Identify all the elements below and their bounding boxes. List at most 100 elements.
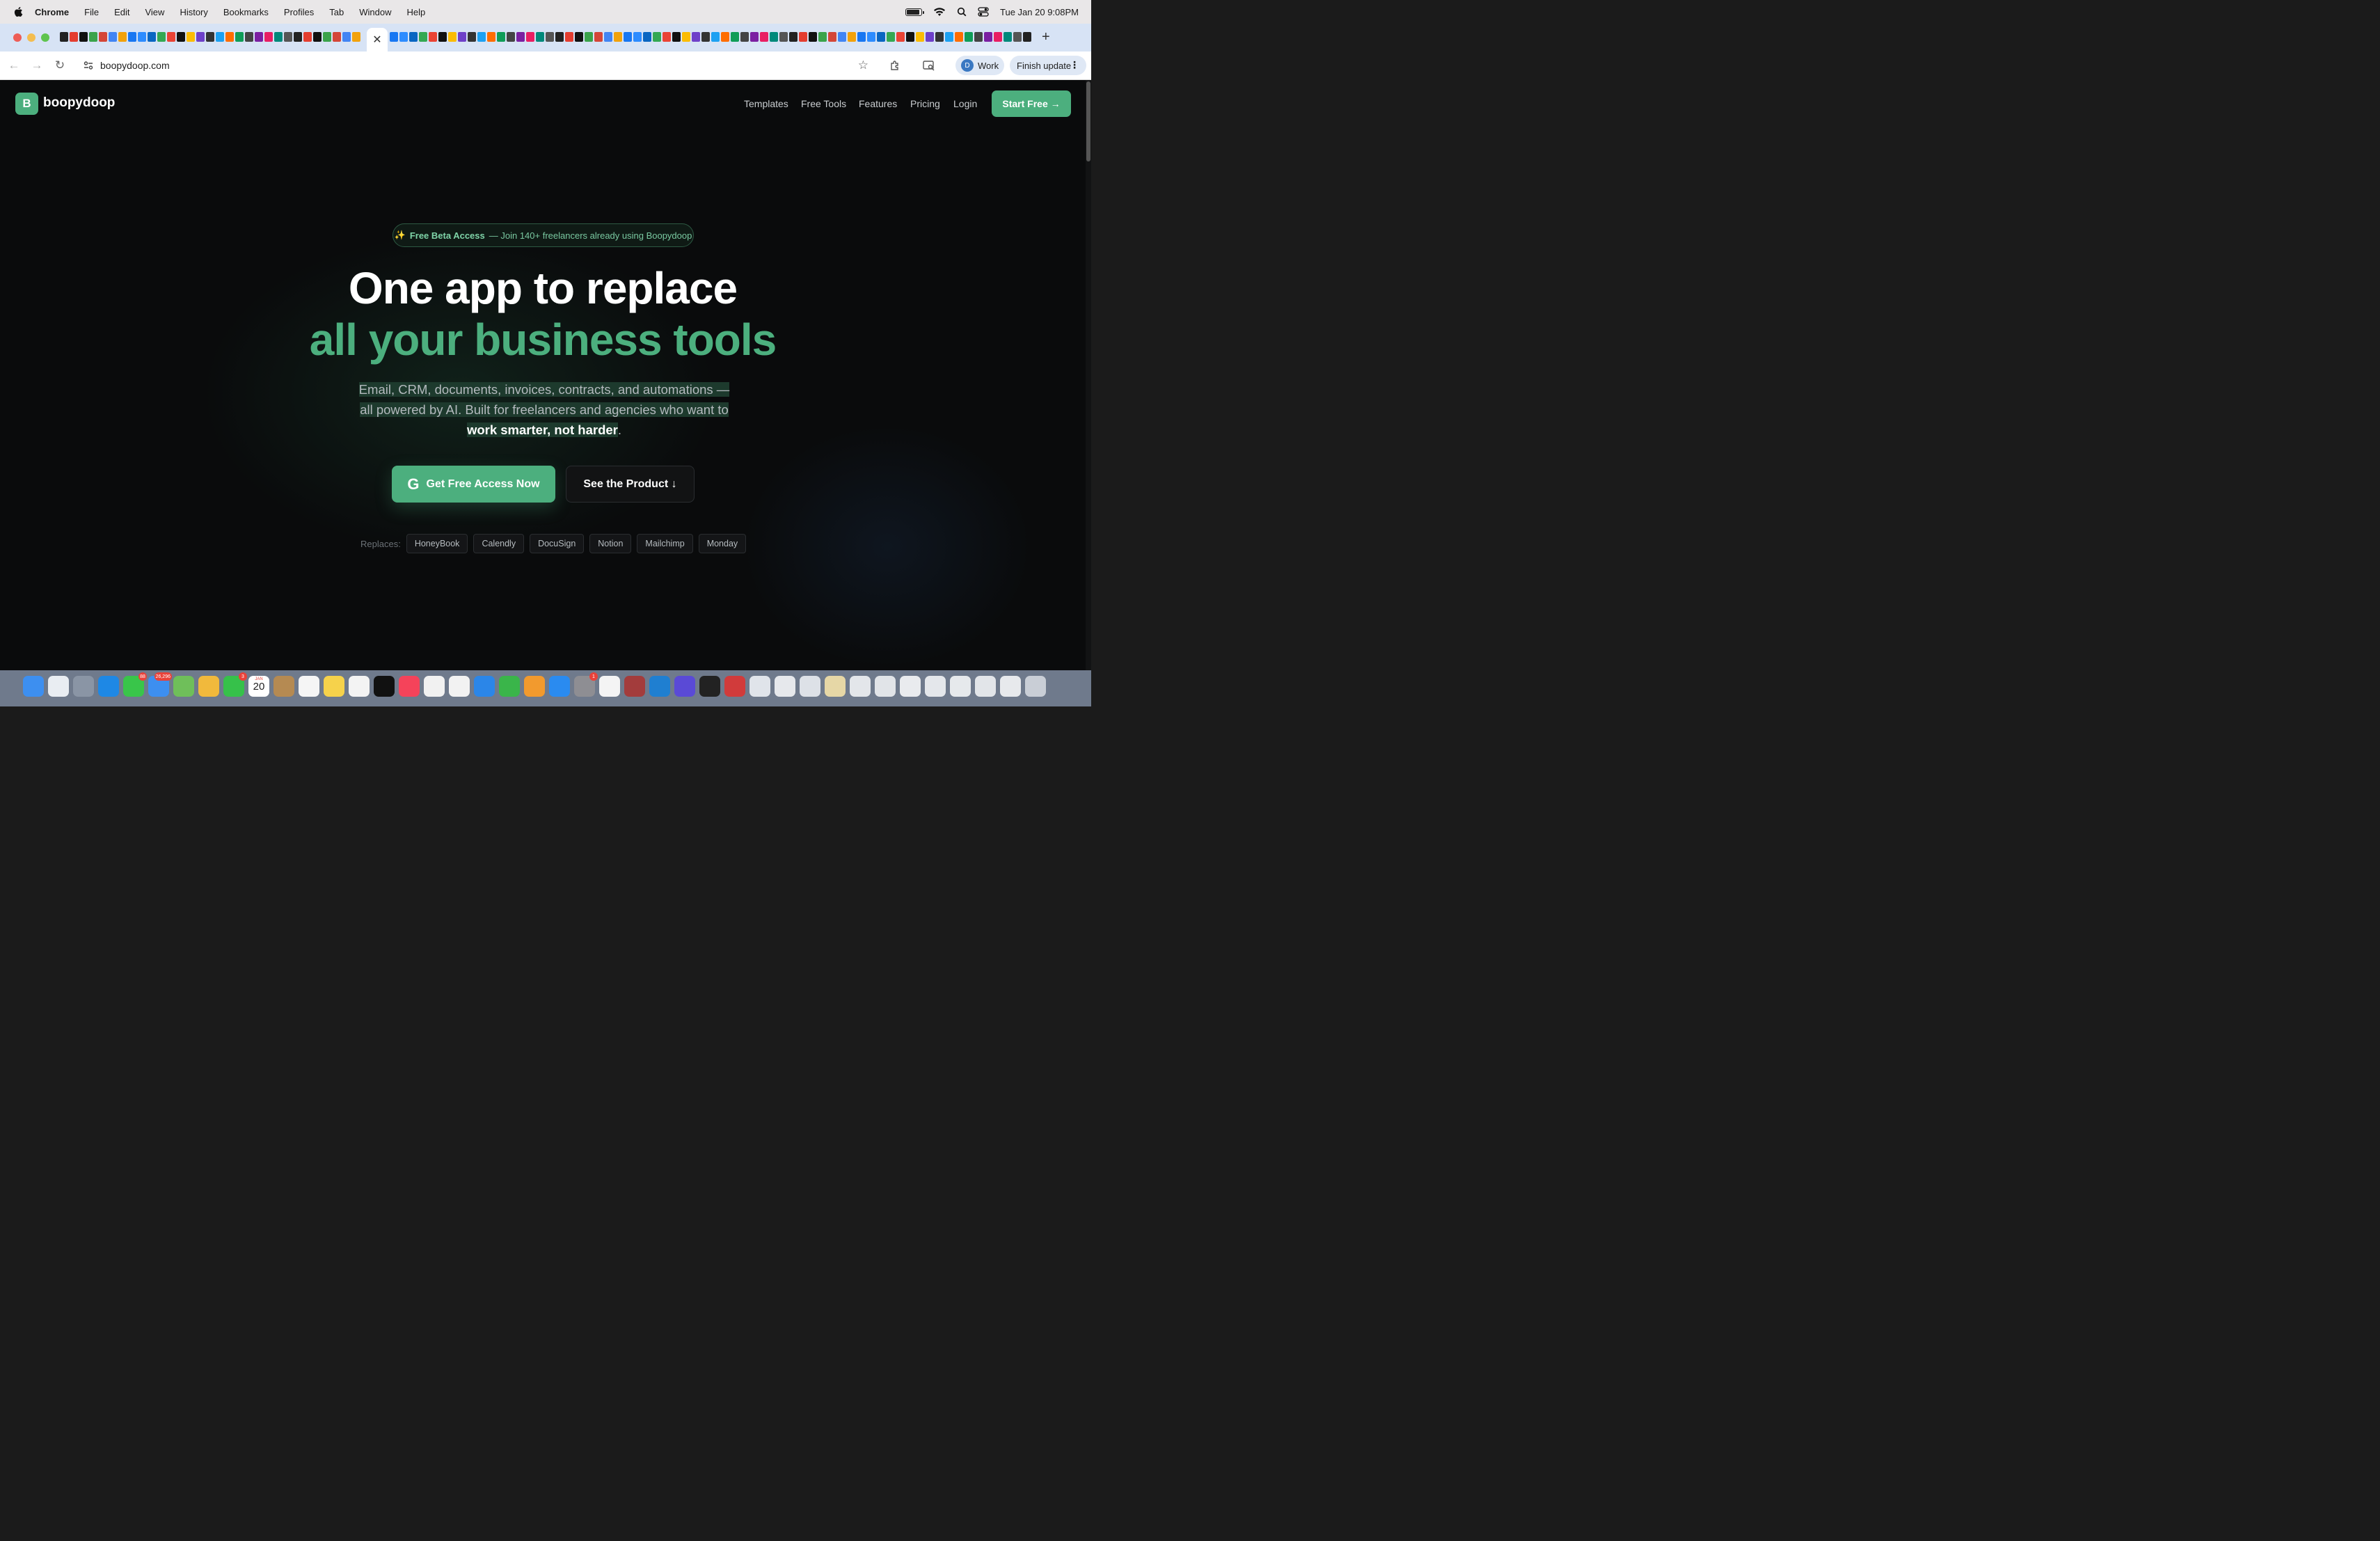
menu-history[interactable]: History: [180, 7, 207, 17]
nav-login[interactable]: Login: [953, 98, 977, 109]
tab-favicon[interactable]: [60, 32, 68, 42]
tab-favicon[interactable]: [206, 32, 214, 42]
active-tab[interactable]: ✕: [367, 28, 388, 52]
tab-favicon[interactable]: [255, 32, 263, 42]
tab-favicon[interactable]: [585, 32, 593, 42]
tab-favicon[interactable]: [604, 32, 612, 42]
trash-icon[interactable]: [1025, 676, 1046, 697]
tab-favicon[interactable]: [877, 32, 885, 42]
tab-favicon[interactable]: [760, 32, 768, 42]
tv-icon[interactable]: [374, 676, 395, 697]
tab-favicon[interactable]: [711, 32, 720, 42]
get-free-access-button[interactable]: G Get Free Access Now: [392, 466, 555, 503]
photos-icon[interactable]: [198, 676, 219, 697]
pinned-tab-favicons-right[interactable]: [390, 32, 1036, 43]
tab-favicon[interactable]: [594, 32, 603, 42]
tab-favicon[interactable]: [235, 32, 244, 42]
tab-favicon[interactable]: [245, 32, 253, 42]
menubar-clock[interactable]: Tue Jan 20 9:08PM: [1000, 7, 1079, 17]
tab-favicon[interactable]: [138, 32, 146, 42]
notes-icon[interactable]: [324, 676, 344, 697]
tab-favicon[interactable]: [1003, 32, 1012, 42]
textedit-icon[interactable]: [599, 676, 620, 697]
reminders-icon[interactable]: [299, 676, 319, 697]
terminal-icon[interactable]: [699, 676, 720, 697]
tab-favicon[interactable]: [633, 32, 642, 42]
tab-favicon[interactable]: [313, 32, 322, 42]
pages-icon[interactable]: [524, 676, 545, 697]
doc-thumbnail-icon[interactable]: [825, 676, 846, 697]
tab-favicon[interactable]: [575, 32, 583, 42]
zoom-window-button[interactable]: [41, 33, 49, 42]
freeform-icon[interactable]: [349, 676, 370, 697]
profile-button[interactable]: D Work: [955, 56, 1004, 75]
bookmark-star-icon[interactable]: ☆: [858, 58, 868, 72]
tab-favicon[interactable]: [225, 32, 234, 42]
chrome-menu-icon[interactable]: ⋮: [1070, 59, 1079, 71]
menu-window[interactable]: Window: [359, 7, 391, 17]
nav-pricing[interactable]: Pricing: [910, 98, 940, 109]
tab-favicon[interactable]: [526, 32, 534, 42]
doc-thumbnail-icon[interactable]: [900, 676, 921, 697]
tab-favicon[interactable]: [906, 32, 914, 42]
tab-favicon[interactable]: [477, 32, 486, 42]
logo-mark[interactable]: B: [15, 93, 38, 115]
extensions-icon[interactable]: [889, 60, 901, 72]
tab-favicon[interactable]: [867, 32, 875, 42]
tab-favicon[interactable]: [79, 32, 88, 42]
back-button[interactable]: ←: [7, 58, 21, 72]
tab-favicon[interactable]: [196, 32, 205, 42]
pinned-tab-favicons-left[interactable]: [60, 32, 365, 43]
tab-favicon[interactable]: [779, 32, 788, 42]
tab-search-icon[interactable]: [923, 60, 935, 72]
tab-favicon[interactable]: [965, 32, 973, 42]
tab-close-icon[interactable]: ✕: [372, 33, 381, 47]
tab-favicon[interactable]: [536, 32, 544, 42]
tab-favicon[interactable]: [916, 32, 924, 42]
tab-favicon[interactable]: [264, 32, 273, 42]
start-free-button[interactable]: Start Free →: [992, 90, 1071, 117]
tab-favicon[interactable]: [89, 32, 97, 42]
url-text[interactable]: boopydoop.com: [100, 60, 170, 71]
tab-favicon[interactable]: [643, 32, 651, 42]
dictionary-icon[interactable]: [624, 676, 645, 697]
tab-favicon[interactable]: [555, 32, 564, 42]
chrome-icon[interactable]: [424, 676, 445, 697]
tab-favicon[interactable]: [614, 32, 622, 42]
app-store-icon[interactable]: [549, 676, 570, 697]
control-center-icon[interactable]: [978, 7, 989, 17]
reload-button[interactable]: ↻: [53, 58, 67, 72]
tab-favicon[interactable]: [565, 32, 573, 42]
tab-favicon[interactable]: [390, 32, 398, 42]
affinity-icon[interactable]: [674, 676, 695, 697]
tab-favicon[interactable]: [294, 32, 302, 42]
tab-favicon[interactable]: [955, 32, 963, 42]
tab-favicon[interactable]: [838, 32, 846, 42]
tab-favicon[interactable]: [1013, 32, 1022, 42]
tab-favicon[interactable]: [497, 32, 505, 42]
tab-favicon[interactable]: [399, 32, 408, 42]
tab-favicon[interactable]: [984, 32, 992, 42]
address-bar[interactable]: boopydoop.com ☆: [75, 55, 875, 77]
tab-favicon[interactable]: [419, 32, 427, 42]
doc-thumbnail-icon[interactable]: [975, 676, 996, 697]
tab-favicon[interactable]: [352, 32, 360, 42]
tab-favicon[interactable]: [128, 32, 136, 42]
tab-favicon[interactable]: [303, 32, 312, 42]
system-settings-icon[interactable]: 1: [574, 672, 598, 697]
close-window-button[interactable]: [13, 33, 22, 42]
tab-favicon[interactable]: [935, 32, 944, 42]
facetime-icon[interactable]: 3: [223, 672, 247, 697]
tab-favicon[interactable]: [653, 32, 661, 42]
tab-favicon[interactable]: [157, 32, 166, 42]
news-icon[interactable]: [449, 676, 470, 697]
doc-thumbnail-icon[interactable]: [800, 676, 820, 697]
menu-bookmarks[interactable]: Bookmarks: [223, 7, 269, 17]
tab-favicon[interactable]: [118, 32, 127, 42]
menu-profiles[interactable]: Profiles: [284, 7, 314, 17]
menu-tab[interactable]: Tab: [329, 7, 344, 17]
beta-access-badge[interactable]: ✨ Free Beta Access — Join 140+ freelance…: [392, 223, 694, 247]
tab-favicon[interactable]: [721, 32, 729, 42]
tab-favicon[interactable]: [974, 32, 983, 42]
logo-wordmark[interactable]: boopydoop: [43, 95, 115, 111]
